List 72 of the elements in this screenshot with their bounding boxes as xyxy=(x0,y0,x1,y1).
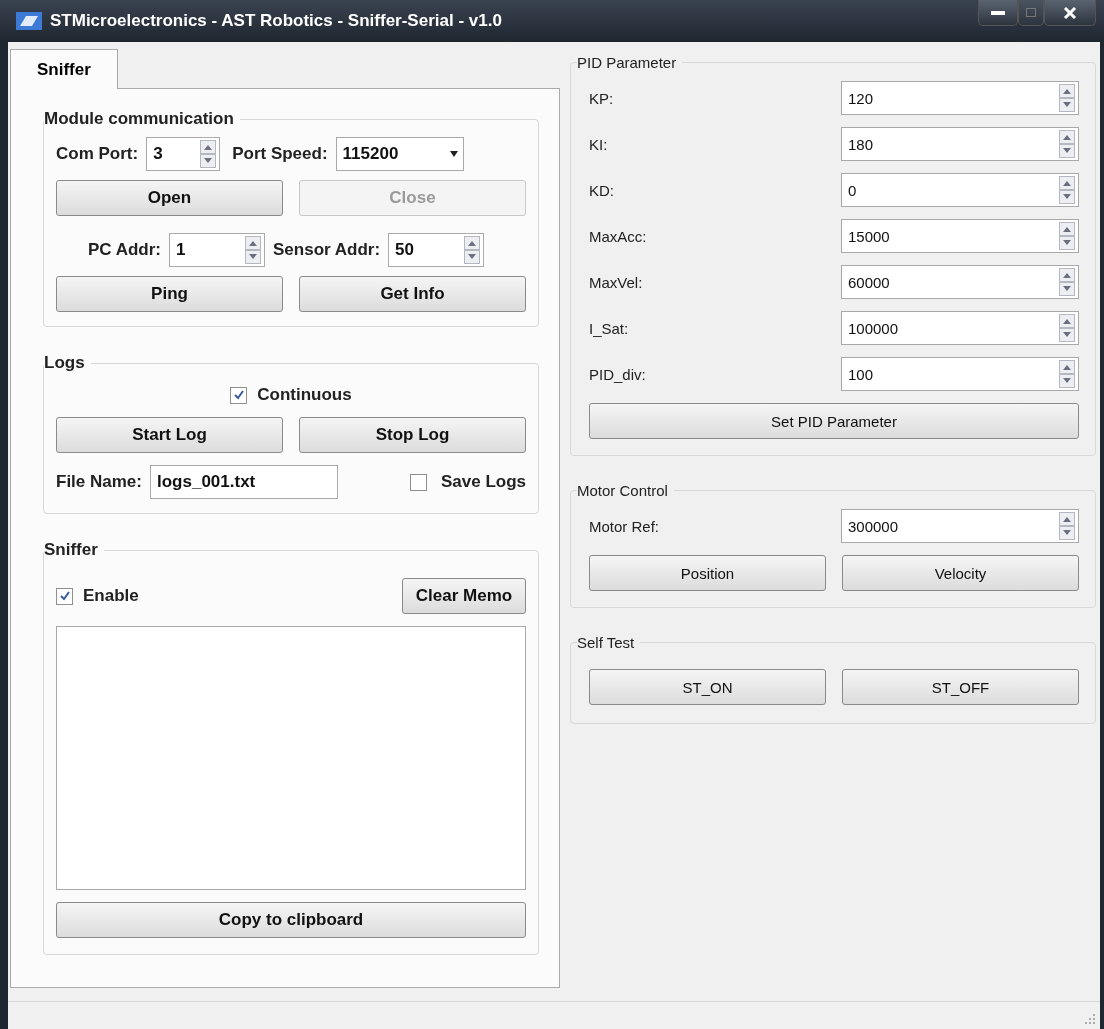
tab[interactable]: Sniffer xyxy=(10,49,118,89)
group-title: Module communication xyxy=(44,109,235,129)
spin-box[interactable]: 1 xyxy=(169,233,265,267)
spinner-arrows-icon[interactable] xyxy=(464,236,481,264)
maximize-button[interactable] xyxy=(1018,0,1044,26)
spinner-arrows-icon[interactable] xyxy=(1059,84,1075,112)
maximize-icon xyxy=(1026,8,1036,17)
resize-grip-icon[interactable] xyxy=(1084,1013,1096,1025)
field-label: Motor Ref: xyxy=(589,517,660,535)
log-button[interactable]: Stop Log xyxy=(299,417,526,453)
connection-button[interactable]: Open xyxy=(56,180,283,216)
field-label: KI: xyxy=(589,135,608,153)
spinner-arrows-icon[interactable] xyxy=(200,140,217,168)
spin-box[interactable]: 15000 xyxy=(841,219,1079,253)
spinner-arrows-icon[interactable] xyxy=(1059,360,1075,388)
spinner-arrows-icon[interactable] xyxy=(1059,222,1075,250)
close-icon xyxy=(1063,6,1077,19)
spinner-arrows-icon[interactable] xyxy=(245,236,261,264)
set-pid-button[interactable]: Set PID Parameter xyxy=(589,403,1079,439)
query-button[interactable]: Ping xyxy=(56,276,283,312)
checkbox[interactable] xyxy=(230,386,248,404)
group-title: Logs xyxy=(44,353,86,373)
self-test-button[interactable]: ST_OFF xyxy=(842,669,1079,705)
clear-button[interactable]: Clear Memo xyxy=(402,578,526,614)
query-button[interactable]: Get Info xyxy=(299,276,526,312)
spin-box[interactable]: 100 xyxy=(841,357,1079,391)
field-label: PC Addr: xyxy=(86,240,161,260)
checkbox[interactable] xyxy=(56,587,73,605)
spin-box[interactable]: 3 xyxy=(146,137,221,171)
minimize-button[interactable] xyxy=(978,0,1018,26)
checkbox-label: Enable xyxy=(83,586,139,606)
logo-icon xyxy=(16,12,42,30)
motor-mode-button[interactable]: Velocity xyxy=(842,555,1079,591)
spin-box[interactable]: 180 xyxy=(841,127,1079,161)
field-label: Port Speed: xyxy=(232,144,328,164)
spinner-arrows-icon[interactable] xyxy=(1059,130,1075,158)
self-test-button[interactable]: ST_ON xyxy=(589,669,826,705)
log-button[interactable]: Start Log xyxy=(56,417,283,453)
field-label: Com Port: xyxy=(56,144,139,164)
spin-box[interactable]: 100000 xyxy=(841,311,1079,345)
spinner-arrows-icon[interactable] xyxy=(1059,314,1075,342)
field-label: KD: xyxy=(589,181,614,199)
caret-icon xyxy=(447,150,460,158)
field-label: File Name: xyxy=(56,472,142,492)
spinner-arrows-icon[interactable] xyxy=(1059,176,1075,204)
minimize-icon xyxy=(991,10,1005,15)
window-title: STMicroelectronics - AST Robotics - Sniffer-Serial - v1.0 xyxy=(50,11,502,31)
field-label: PID_div: xyxy=(589,365,646,383)
text-field[interactable]: logs_001.txt xyxy=(150,465,338,499)
motor-mode-button[interactable]: Position xyxy=(589,555,826,591)
spin-box[interactable]: 50 xyxy=(388,233,485,267)
spin-box[interactable]: 0 xyxy=(841,173,1079,207)
field-label: KP: xyxy=(589,89,614,107)
spinner-arrows-icon[interactable] xyxy=(1059,268,1075,296)
spin-box[interactable]: 120 xyxy=(841,81,1079,115)
field-label: MaxVel: xyxy=(589,273,643,291)
field-label: MaxAcc: xyxy=(589,227,647,245)
field-label: I_Sat: xyxy=(589,319,629,337)
copy-button[interactable]: Copy to clipboard xyxy=(56,902,526,938)
group-title: Self Test xyxy=(577,634,636,651)
spin-box[interactable]: 300000 xyxy=(841,509,1079,543)
close-button[interactable] xyxy=(1044,0,1096,26)
dropdown[interactable]: 115200 xyxy=(335,137,464,171)
group-title: Motor Control xyxy=(577,482,669,499)
checkbox-label: Save Logs xyxy=(440,472,526,492)
group-title: Sniffer xyxy=(44,540,99,560)
spin-box[interactable]: 60000 xyxy=(841,265,1079,299)
field-label: Sensor Addr: xyxy=(273,240,381,260)
spinner-arrows-icon[interactable] xyxy=(1059,512,1075,540)
checkbox-label: Continuous xyxy=(257,385,352,405)
group-title: PID Parameter xyxy=(577,54,678,71)
checkbox[interactable] xyxy=(409,473,427,491)
